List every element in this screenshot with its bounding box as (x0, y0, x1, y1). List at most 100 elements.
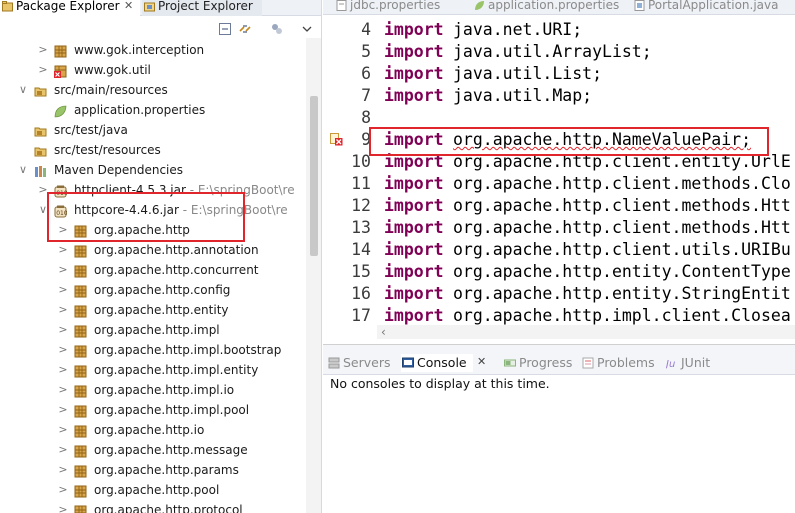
tree-item-label: org.apache.http.impl.io (94, 380, 234, 400)
view-menu-icon[interactable] (300, 22, 314, 36)
tree-item[interactable]: src/test/java (0, 120, 306, 140)
tree-item[interactable]: > org.apache.http.io (0, 420, 306, 440)
servers-icon (328, 357, 340, 369)
tree-item[interactable]: src/test/resources (0, 140, 306, 160)
close-icon[interactable]: ✕ (477, 353, 486, 371)
src-folder-icon (34, 84, 47, 97)
tree-item-text: org.apache.http.entity (94, 303, 229, 317)
chevron-right-icon[interactable]: > (58, 400, 68, 420)
chevron-right-icon[interactable]: > (58, 480, 68, 500)
tree-item[interactable]: > org.apache.http.protocol (0, 500, 306, 513)
tree-item[interactable]: ∨ src/main/resources (0, 80, 306, 100)
tab-servers[interactable]: Servers (327, 354, 391, 372)
code-line[interactable]: 13 import org.apache.http.client.methods.H… (323, 217, 795, 239)
link-with-editor-icon[interactable] (238, 22, 252, 36)
tree-item[interactable]: ∨ Maven Dependencies (0, 160, 306, 180)
package-pkg-icon (54, 44, 67, 58)
tab-package-explorer[interactable]: Package Explorer ✕ (0, 0, 140, 16)
code-line[interactable]: 7 import java.util.Map; (323, 85, 795, 107)
tab-junit[interactable]: Ju JUnit (665, 354, 710, 372)
left-tab-bar: Package Explorer ✕ Project Explorer (0, 0, 321, 16)
scroll-left-icon[interactable]: ‹ (381, 325, 386, 339)
keyword-import: import (384, 42, 444, 61)
tree-item[interactable]: > org.apache.http.annotation (0, 240, 306, 260)
tree-item-label: org.apache.http.impl.entity (94, 360, 258, 380)
line-number: 12 (351, 196, 371, 215)
keyword-import: import (384, 284, 444, 303)
chevron-down-icon[interactable]: ∨ (18, 80, 28, 100)
code-line[interactable]: 4 import java.net.URI; (323, 19, 795, 41)
tab-problems[interactable]: Problems (581, 354, 655, 372)
chevron-right-icon[interactable]: > (58, 300, 68, 320)
chevron-right-icon[interactable]: > (58, 500, 68, 513)
tree-item[interactable]: > org.apache.http.message (0, 440, 306, 460)
tab-progress[interactable]: Progress (503, 354, 572, 372)
package-icon (74, 264, 87, 278)
tab-project-explorer[interactable]: Project Explorer (142, 0, 262, 16)
code-line[interactable]: 17 import org.apache.http.impl.client.Clos… (323, 305, 795, 327)
chevron-right-icon[interactable]: > (58, 340, 68, 360)
chevron-right-icon[interactable]: > (38, 60, 48, 80)
tree-item[interactable]: > org.apache.http.config (0, 280, 306, 300)
import-path: org.apache.http.client.methods.Htt (453, 218, 791, 237)
code-line[interactable]: 16 import org.apache.http.entity.StringEnt… (323, 283, 795, 305)
tree-item[interactable]: > www.gok.interception (0, 40, 306, 60)
tree-item-label: org.apache.http.pool (94, 480, 219, 500)
junit-icon: Ju (666, 359, 675, 369)
chevron-right-icon[interactable]: > (58, 240, 68, 260)
tree-item[interactable]: > org.apache.http.impl.entity (0, 360, 306, 380)
code-line[interactable]: 5 import java.util.ArrayList; (323, 41, 795, 63)
package-explorer-icon (2, 1, 13, 12)
tree-item[interactable]: > org.apache.http.impl.bootstrap (0, 340, 306, 360)
chevron-right-icon[interactable]: > (58, 280, 68, 300)
tree-item[interactable]: > www.gok.util (0, 60, 306, 80)
package-icon (74, 304, 87, 318)
tree-item[interactable]: > org.apache.http.concurrent (0, 260, 306, 280)
code-line[interactable]: 15 import org.apache.http.entity.ContentTy… (323, 261, 795, 283)
chevron-down-icon[interactable]: ∨ (18, 160, 28, 180)
tree-item-label: org.apache.http.concurrent (94, 260, 259, 280)
tree-item-text: org.apache.http.io (94, 423, 205, 437)
vertical-scrollbar[interactable] (306, 38, 321, 513)
highlight-box-import (369, 127, 769, 156)
tree-item[interactable]: > org.apache.http.params (0, 460, 306, 480)
code-line[interactable]: 14 import org.apache.http.client.utils.URI… (323, 239, 795, 261)
tree-item-text: www.gok.interception (74, 43, 205, 57)
chevron-right-icon[interactable]: > (58, 440, 68, 460)
keyword-import: import (384, 20, 444, 39)
filters-icon[interactable] (270, 22, 284, 36)
close-icon[interactable]: ✕ (124, 0, 133, 12)
horizontal-scrollbar[interactable]: ‹ (377, 325, 795, 339)
package-icon (74, 484, 87, 498)
code-line[interactable]: 6 import java.util.List; (323, 63, 795, 85)
tree-item[interactable]: > org.apache.http.entity (0, 300, 306, 320)
tree-item[interactable]: > org.apache.http.pool (0, 480, 306, 500)
keyword-import: import (384, 240, 444, 259)
tree-item-text: src/test/java (54, 123, 128, 137)
tree-item[interactable]: application.properties (0, 100, 306, 120)
tab-application-properties[interactable]: application.properties (473, 0, 619, 13)
chevron-right-icon[interactable]: > (58, 420, 68, 440)
tree-item-text: org.apache.http.message (94, 443, 248, 457)
chevron-right-icon[interactable]: > (58, 260, 68, 280)
chevron-right-icon[interactable]: > (58, 380, 68, 400)
tree-item[interactable]: > org.apache.http.impl.io (0, 380, 306, 400)
tree-item-text: org.apache.http.pool (94, 483, 220, 497)
tab-console[interactable]: Console ✕ (401, 354, 486, 372)
scrollbar-thumb[interactable] (310, 96, 318, 256)
chevron-right-icon[interactable]: > (58, 460, 68, 480)
tree-item[interactable]: > org.apache.http.impl.pool (0, 400, 306, 420)
tree-item-text: Maven Dependencies (54, 163, 184, 177)
code-area[interactable]: 4 import java.net.URI; 5 import java.util.Arr… (323, 15, 795, 333)
code-line[interactable]: 8 (323, 107, 795, 129)
tab-portal-application-java[interactable]: PortalApplication.java (633, 0, 778, 13)
tab-jdbc-properties[interactable]: jdbc.properties (335, 0, 440, 13)
chevron-right-icon[interactable]: > (38, 40, 48, 60)
chevron-right-icon[interactable]: > (58, 320, 68, 340)
code-line[interactable]: 12 import org.apache.http.client.methods.H… (323, 195, 795, 217)
tree-item[interactable]: > org.apache.http.impl (0, 320, 306, 340)
code-line[interactable]: 11 import org.apache.http.client.methods.C… (323, 173, 795, 195)
chevron-right-icon[interactable]: > (58, 360, 68, 380)
collapse-all-icon[interactable] (218, 22, 232, 36)
error-marker-icon[interactable] (330, 133, 343, 146)
